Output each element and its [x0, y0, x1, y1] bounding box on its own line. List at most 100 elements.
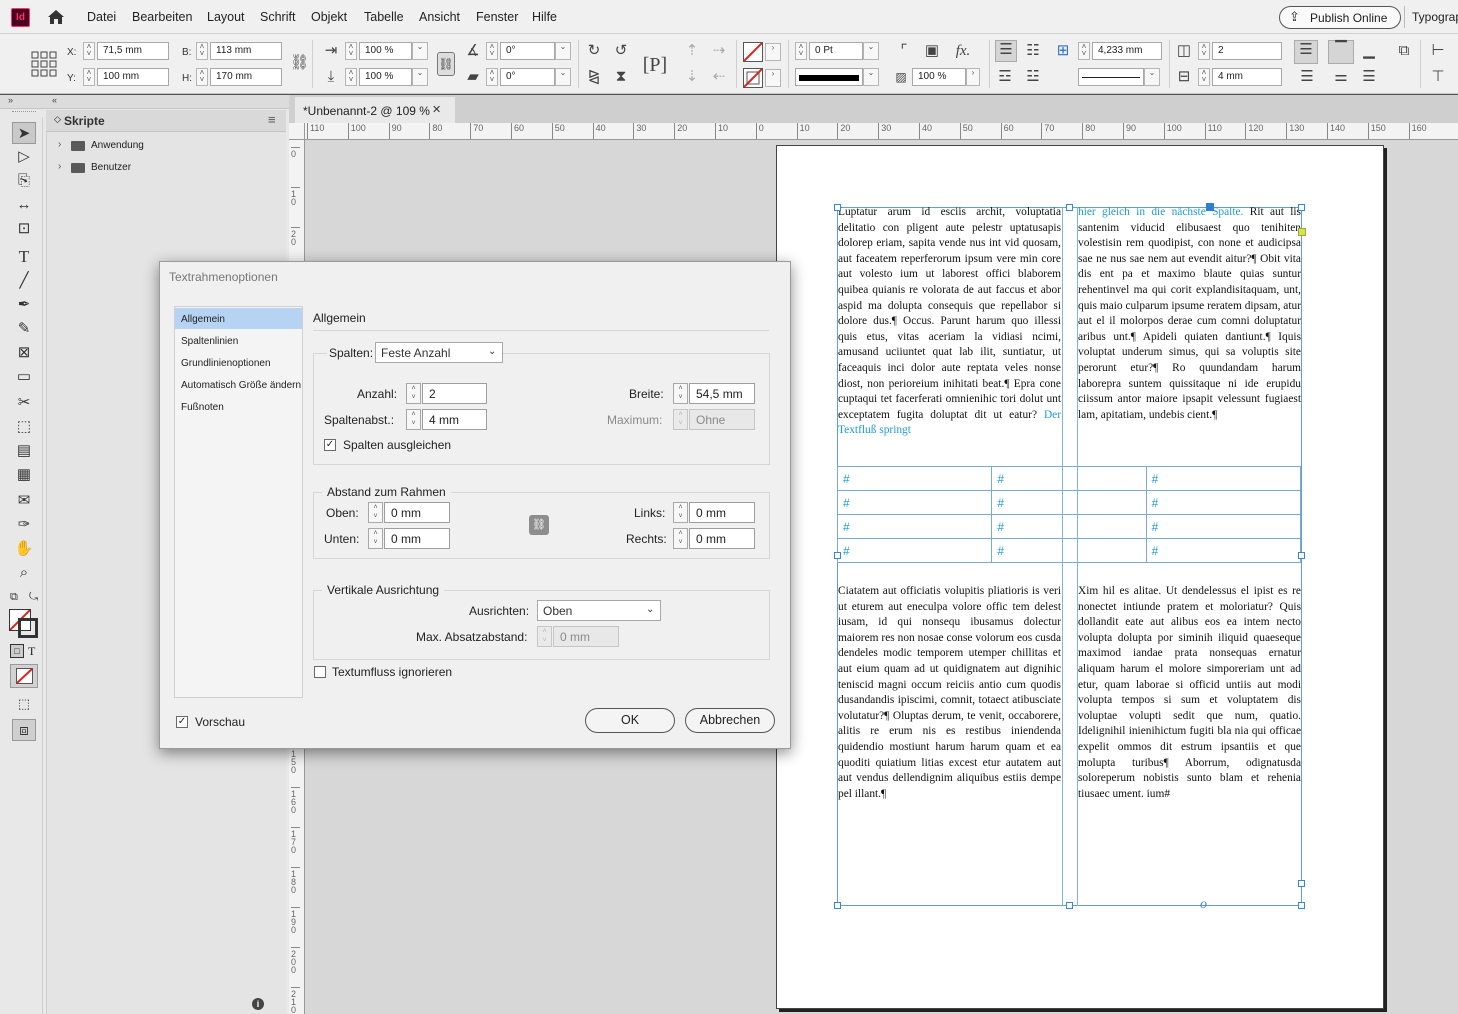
- para-bottom-icon[interactable]: ⚌: [1331, 68, 1351, 86]
- sidebar-item-grundlinienoptionen[interactable]: Grundlinienoptionen: [175, 352, 302, 373]
- horizontal-ruler[interactable]: 110 100 90 80 70 60 50 40 30 20 10 0 10 20 30 40 50 60 70 8…: [305, 123, 1458, 140]
- free-transform-tool-icon[interactable]: ⬚: [12, 416, 36, 438]
- text-wrap-dropdown[interactable]: ⌄: [1144, 68, 1160, 86]
- sidebar-item-fussnoten[interactable]: Fußnoten: [175, 396, 302, 417]
- inset-top-stepper[interactable]: ˄ ˅: [368, 502, 383, 523]
- panel-collapse-bar[interactable]: » «: [0, 95, 289, 109]
- align-bottom-icon[interactable]: ☲: [995, 68, 1015, 86]
- scale-x-stepper[interactable]: ˄ ˅: [345, 42, 357, 60]
- table-cell[interactable]: #: [836, 490, 993, 515]
- frame-handle[interactable]: [1298, 902, 1305, 909]
- pen-tool-icon[interactable]: ✒: [12, 294, 36, 316]
- sidebar-item-allgemein[interactable]: Allgemein: [175, 308, 302, 329]
- stroke-weight-field[interactable]: 0 Pt: [809, 42, 863, 60]
- select-content-icon[interactable]: ⇣: [683, 68, 701, 86]
- stroke-type-dropdown[interactable]: ⌄: [863, 68, 879, 86]
- home-icon[interactable]: [46, 7, 66, 27]
- script-folder-benutzer[interactable]: › Benutzer: [58, 161, 258, 177]
- menu-layout[interactable]: Layout: [207, 10, 245, 24]
- table[interactable]: # # # # # # # # # # # #: [836, 466, 1302, 563]
- para-justify-icon[interactable]: ☰: [1297, 68, 1317, 86]
- publish-online-button[interactable]: ⇪ Publish Online: [1279, 6, 1401, 29]
- max-para-spacing-field[interactable]: 0 mm: [553, 626, 619, 647]
- normal-mode-icon[interactable]: ⬚: [12, 693, 36, 715]
- rotate-ccw-icon[interactable]: ↺: [612, 42, 630, 60]
- align-center-icon[interactable]: ☷: [1023, 42, 1043, 60]
- justify-vertical-icon[interactable]: ☳: [1023, 68, 1043, 86]
- baseline-field[interactable]: 4,233 mm: [1092, 42, 1162, 60]
- formatting-text-icon[interactable]: T: [28, 644, 35, 659]
- screen-mode-icon[interactable]: ⧈: [12, 719, 36, 741]
- gutter-stepper[interactable]: ˄ ˅: [1198, 68, 1210, 86]
- stroke-swatch-dropdown[interactable]: ›: [765, 69, 781, 87]
- scripts-panel-title[interactable]: Skripte: [64, 114, 105, 128]
- y-stepper[interactable]: ˄ ˅: [83, 68, 95, 86]
- x-field[interactable]: 71,5 mm: [97, 42, 169, 60]
- table-cell[interactable]: #: [1145, 490, 1302, 515]
- page-tool-icon[interactable]: ⎘: [12, 170, 36, 192]
- swap-colors-icon[interactable]: ⤿: [29, 591, 38, 604]
- height-field[interactable]: 170 mm: [210, 68, 282, 86]
- columns-mode-select[interactable]: Feste Anzahl ⌄: [375, 342, 503, 363]
- effects-fx-icon[interactable]: fx.: [953, 42, 973, 60]
- baseline-stepper[interactable]: ˄ ˅: [1078, 42, 1090, 60]
- width-field[interactable]: 54,5 mm: [689, 383, 755, 404]
- rotate-field[interactable]: 0°: [500, 42, 555, 60]
- inset-left-field[interactable]: 0 mm: [689, 502, 755, 523]
- rectangle-tool-icon[interactable]: ▭: [12, 366, 36, 388]
- gutter-field[interactable]: 4 mm: [1212, 68, 1282, 86]
- align-select[interactable]: Oben ⌄: [537, 600, 661, 621]
- sidebar-item-spaltenlinien[interactable]: Spaltenlinien: [175, 330, 302, 351]
- maximum-stepper[interactable]: ˄ ˅: [673, 409, 688, 430]
- columns-field[interactable]: 2: [1212, 42, 1282, 60]
- select-container-icon[interactable]: ⇡: [683, 42, 701, 60]
- frame-handle[interactable]: [1298, 552, 1305, 559]
- table-cell[interactable]: #: [991, 490, 1147, 515]
- reference-point-icon[interactable]: [31, 51, 57, 77]
- corner-options-icon[interactable]: ⌜: [895, 42, 913, 60]
- gradient-feather-tool-icon[interactable]: ▦: [12, 464, 36, 486]
- stroke-weight-dropdown[interactable]: ⌄: [863, 42, 879, 60]
- script-folder-anwendung[interactable]: › Anwendung: [58, 139, 258, 155]
- para-align-left-icon[interactable]: ☰: [1294, 40, 1318, 64]
- pencil-tool-icon[interactable]: ✎: [12, 318, 36, 340]
- inset-bottom-stepper[interactable]: ˄ ˅: [368, 528, 383, 549]
- align-top-icon[interactable]: ☰: [995, 40, 1017, 62]
- line-tool-icon[interactable]: ╱: [12, 270, 36, 292]
- table-cell[interactable]: #: [836, 466, 993, 491]
- eyedropper-tool-icon[interactable]: ✑: [12, 514, 36, 536]
- rotate-dropdown[interactable]: ⌄: [555, 42, 571, 60]
- table-cell[interactable]: #: [1145, 514, 1302, 539]
- sidebar-item-auto-size[interactable]: Automatisch Größe ändern: [175, 374, 302, 395]
- menu-ansicht[interactable]: Ansicht: [419, 10, 460, 24]
- default-colors-icon[interactable]: ⧉: [10, 591, 18, 604]
- menu-datei[interactable]: Datei: [87, 10, 116, 24]
- width-stepper[interactable]: ˄ ˅: [196, 42, 208, 60]
- preview-checkbox[interactable]: ✓: [176, 716, 188, 728]
- constrain-proportions-icon[interactable]: ⛓: [290, 54, 309, 72]
- columns-stepper[interactable]: ˄ ˅: [1198, 42, 1210, 60]
- ignore-text-wrap-checkbox[interactable]: [314, 666, 326, 678]
- menu-tabelle[interactable]: Tabelle: [364, 10, 404, 24]
- height-stepper[interactable]: ˄ ˅: [196, 68, 208, 86]
- shear-field[interactable]: 0°: [500, 68, 555, 86]
- gap-tool-icon[interactable]: ↔: [12, 194, 36, 216]
- ok-button[interactable]: OK: [585, 708, 675, 733]
- gutter-stepper[interactable]: ˄ ˅: [406, 409, 421, 430]
- collapse-arrows-icon[interactable]: «: [52, 95, 57, 105]
- shear-dropdown[interactable]: ⌄: [555, 68, 571, 86]
- frame-handle[interactable]: [834, 204, 841, 211]
- content-collector-icon[interactable]: ⊡: [12, 218, 36, 240]
- fill-swatch-dropdown[interactable]: ›: [765, 43, 781, 61]
- rectangle-frame-tool-icon[interactable]: ⊠: [12, 342, 36, 364]
- direct-selection-tool-icon[interactable]: ▷: [12, 146, 36, 168]
- width-stepper[interactable]: ˄ ˅: [673, 383, 688, 404]
- stroke-none-icon[interactable]: [18, 618, 38, 638]
- max-para-spacing-stepper[interactable]: ˄ ˅: [537, 626, 552, 647]
- inset-right-field[interactable]: 0 mm: [689, 528, 755, 549]
- width-field[interactable]: 113 mm: [210, 42, 282, 60]
- para-spread-icon[interactable]: ☰: [1359, 68, 1379, 86]
- frame-handle[interactable]: [1066, 902, 1073, 909]
- note-tool-icon[interactable]: ✉: [12, 490, 36, 512]
- inset-right-stepper[interactable]: ˄ ˅: [673, 528, 688, 549]
